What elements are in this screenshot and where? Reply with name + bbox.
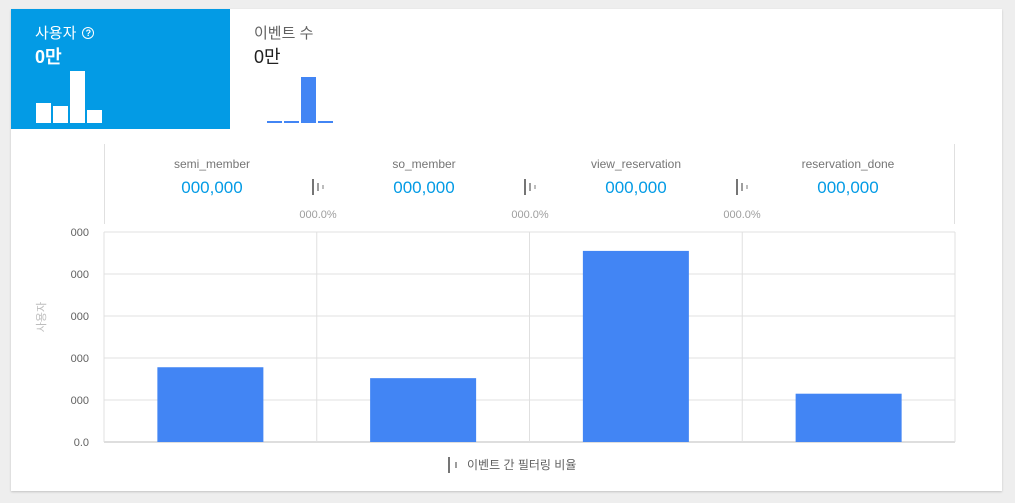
legend-label: 이벤트 간 필터링 비율 [467, 458, 577, 472]
funnel-step: so_member 000,000 [334, 157, 514, 198]
y-tick-label: 000 [71, 353, 89, 365]
sparkline-bar [301, 77, 316, 123]
help-icon[interactable]: ? [82, 26, 95, 39]
step-value: 000,000 [181, 178, 243, 197]
y-tick-label: 000 [71, 311, 89, 323]
tab-events-value: 0만 [254, 47, 281, 67]
conversion-rate-icon [312, 179, 324, 195]
y-tick-label: 000 [71, 395, 89, 407]
tab-users-label: 사용자 [35, 25, 77, 42]
step-value: 000,000 [393, 178, 455, 197]
funnel-step: view_reservation 000,000 [546, 157, 726, 198]
conversion-rate: 000.0% [299, 209, 337, 221]
events-sparkline [267, 71, 337, 123]
funnel-bar-chart: 0.0 000 000 000 000 000 [71, 227, 956, 449]
y-axis-title: 사용자 [36, 301, 48, 333]
sparkline-bar [36, 103, 51, 123]
sparkline-bar [267, 121, 282, 123]
step-name: reservation_done [801, 157, 895, 171]
legend[interactable]: 이벤트 간 필터링 비율 [447, 456, 576, 473]
filter-rate-legend-icon [448, 456, 457, 473]
conversion-rate-icon [736, 179, 748, 195]
funnel-right-border [954, 144, 955, 224]
funnel-card: 사용자 ? 0만 이벤트 수 0만 semi_member 000,000 so… [11, 9, 1002, 491]
step-value: 000,000 [605, 178, 667, 197]
conversion-rate-icon [524, 179, 536, 195]
step-name: semi_member [173, 157, 251, 171]
sparkline-bar [284, 121, 299, 123]
sparkline-bar [318, 121, 333, 123]
y-tick-label: 0.0 [74, 437, 89, 449]
y-tick-label: 000 [71, 227, 89, 239]
tab-event-count[interactable]: 이벤트 수 0만 [230, 9, 400, 129]
funnel-step: semi_member 000,000 [122, 157, 302, 198]
step-value: 000,000 [817, 178, 879, 197]
tab-users[interactable]: 사용자 ? 0만 [11, 9, 230, 129]
bar-so_member [370, 378, 477, 442]
conversion-rate: 000.0% [511, 209, 549, 221]
funnel-left-border [104, 144, 105, 224]
bar-view_reservation [582, 250, 689, 442]
conversion-rate: 000.0% [723, 209, 761, 221]
tab-events-label: 이벤트 수 [254, 25, 314, 42]
y-tick-label: 000 [71, 269, 89, 281]
sparkline-bar [87, 110, 102, 123]
tab-users-label-row: 사용자 ? [35, 22, 95, 43]
bar-reservation_done [795, 393, 902, 442]
step-name: view_reservation [590, 157, 682, 171]
funnel-step: reservation_done 000,000 [758, 157, 938, 198]
sparkline-bar [53, 105, 68, 123]
bar-semi_member [157, 367, 264, 442]
sparkline-bar [70, 71, 85, 123]
users-sparkline [36, 65, 106, 123]
step-name: so_member [392, 157, 456, 171]
